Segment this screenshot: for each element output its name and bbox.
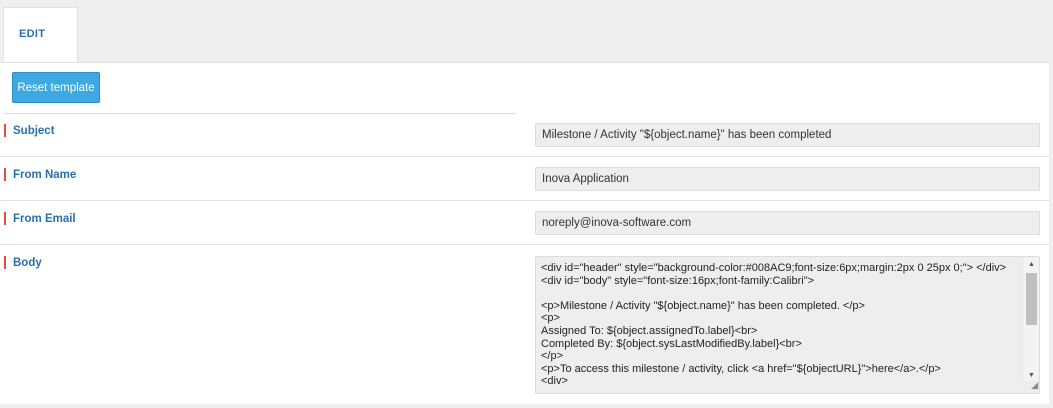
subject-field[interactable]: Milestone / Activity "${object.name}" ha… [535,123,1040,147]
scroll-down-icon[interactable]: ▼ [1028,372,1035,379]
from-name-label: From Name [13,169,77,181]
from-name-field[interactable]: Inova Application [535,167,1040,191]
tab-bar: EDIT [0,0,1053,63]
body-label: Body [13,257,42,269]
scrollbar[interactable]: ▲ ▼ [1022,257,1039,381]
resize-handle-icon[interactable]: ◢ [1025,380,1038,392]
required-marker [4,256,6,269]
from-email-label: From Email [13,213,76,225]
edit-panel: Reset template Subject Milestone / Activ… [0,62,1049,404]
body-textarea[interactable]: <div id="header" style="background-color… [535,256,1040,394]
required-marker [4,212,6,225]
from-email-row: From Email noreply@inova-software.com [0,201,1049,245]
required-marker [4,124,6,137]
from-name-row: From Name Inova Application [0,157,1049,201]
required-marker [4,168,6,181]
tab-edit-label: EDIT [19,28,46,40]
body-text: <div id="header" style="background-color… [541,262,1007,388]
from-email-field[interactable]: noreply@inova-software.com [535,211,1040,235]
tab-edit[interactable]: EDIT [3,7,78,63]
scroll-up-icon[interactable]: ▲ [1028,261,1035,268]
scrollbar-thumb[interactable] [1026,273,1037,325]
subject-label: Subject [13,125,55,137]
reset-template-button[interactable]: Reset template [12,72,100,103]
subject-row: Subject Milestone / Activity "${object.n… [0,113,1049,157]
